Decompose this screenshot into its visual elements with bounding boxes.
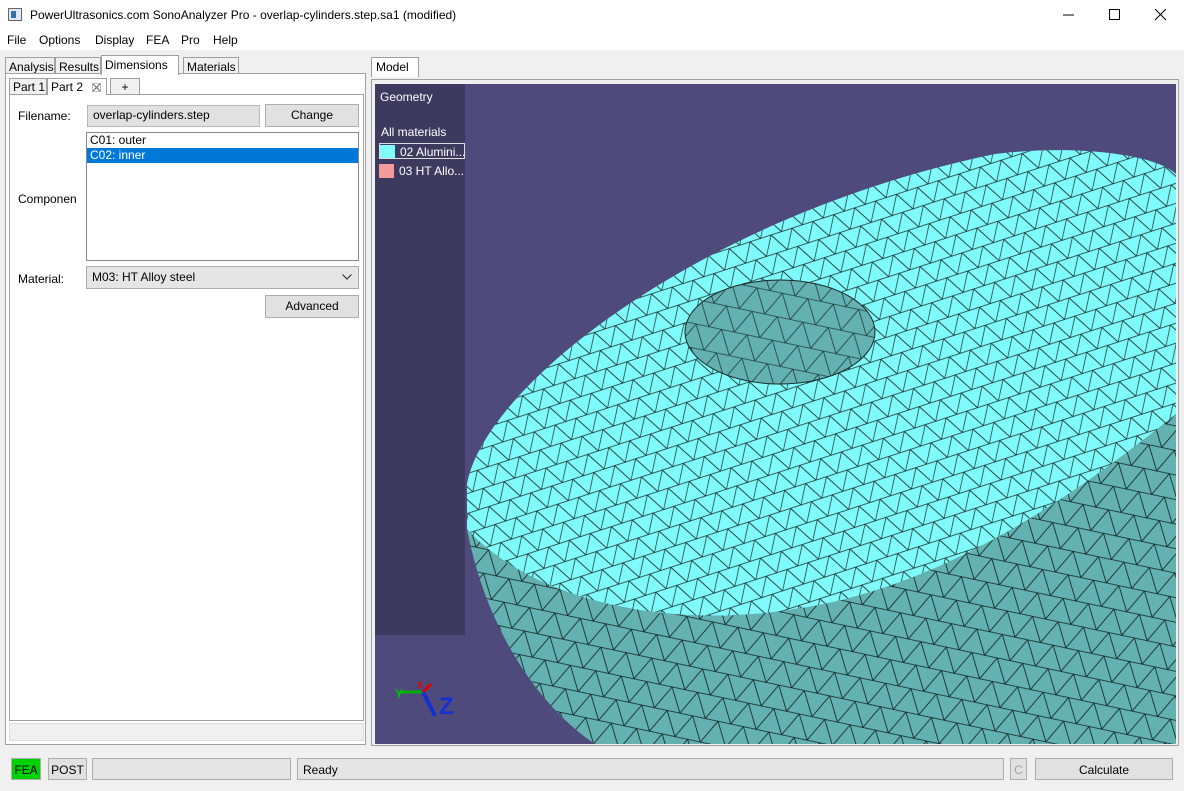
axis-y-label: Y [395,687,403,701]
right-panel: Model Geometry All materials 02 Alumini.… [371,56,1179,746]
legend-material-label: 03 HT Allo... [399,164,465,178]
menu-display[interactable]: Display [95,33,134,47]
axis-triad-icon: Y X Z [395,680,454,720]
mesh-model [467,150,1176,744]
legend-material-aluminium[interactable]: 02 Alumini... [379,143,465,159]
3d-viewport[interactable]: Geometry All materials 02 Alumini... 03 … [375,84,1176,744]
material-select-value: M03: HT Alloy steel [92,270,196,284]
dimensions-page: Part 1 Part 2 + Filename: overlap-cylind… [5,73,366,745]
material-select[interactable]: M03: HT Alloy steel [86,266,359,289]
close-button[interactable] [1138,0,1184,30]
chevron-down-icon [342,274,352,280]
menu-file[interactable]: File [7,33,26,47]
add-part-tab[interactable]: + [110,78,140,95]
material-label: Material: [18,272,65,286]
axis-x-label: X [417,680,423,690]
material-swatch [380,145,395,158]
progress-field [92,758,291,780]
app-icon [8,8,22,21]
post-mode-button[interactable]: POST [48,758,87,780]
minimize-button[interactable] [1046,0,1092,30]
fea-mode-button[interactable]: FEA [11,758,41,780]
minimize-icon [1063,14,1074,16]
tab-dimensions[interactable]: Dimensions [101,55,179,75]
window-title: PowerUltrasonics.com SonoAnalyzer Pro - … [30,8,457,22]
menu-options[interactable]: Options [39,33,80,47]
change-button[interactable]: Change [265,104,359,127]
horizontal-scrollbar[interactable] [9,723,364,741]
menu-bar: File Options Display FEA Pro Help [0,30,1184,50]
title-bar: PowerUltrasonics.com SonoAnalyzer Pro - … [0,0,1184,30]
components-label: Componen [18,192,77,206]
material-swatch [379,164,394,178]
tab-part-2-label: Part 2 [51,80,84,94]
filename-label: Filename: [18,109,71,123]
close-icon [1155,9,1167,21]
menu-fea[interactable]: FEA [146,33,169,47]
filename-field: overlap-cylinders.step [87,105,260,127]
maximize-icon [1109,9,1120,20]
all-materials-label[interactable]: All materials [381,125,446,139]
model-page: Geometry All materials 02 Alumini... 03 … [371,79,1179,746]
menu-pro[interactable]: Pro [181,33,200,47]
tab-part-1[interactable]: Part 1 [9,78,47,95]
axis-z-label: Z [439,693,454,720]
menu-help[interactable]: Help [213,33,238,47]
part-2-page: Filename: overlap-cylinders.step Change … [9,94,364,721]
legend-material-ht-alloy[interactable]: 03 HT Allo... [379,163,465,179]
legend-material-label: 02 Alumini... [400,145,465,159]
materials-legend: Geometry All materials 02 Alumini... 03 … [375,84,465,635]
advanced-button[interactable]: Advanced [265,295,359,318]
tab-model[interactable]: Model [371,57,419,77]
component-item-outer[interactable]: C01: outer [87,133,358,148]
calculate-button[interactable]: Calculate [1035,758,1173,780]
close-tab-icon[interactable] [92,83,101,92]
left-panel: Analysis Results Dimensions Materials Pa… [5,55,367,746]
tab-part-2[interactable]: Part 2 [47,78,107,95]
maximize-button[interactable] [1092,0,1138,30]
component-item-inner[interactable]: C02: inner [87,148,358,163]
geometry-label: Geometry [380,90,433,104]
c-button[interactable]: C [1010,758,1027,780]
status-text: Ready [297,758,1004,780]
components-list[interactable]: C01: outer C02: inner [86,132,359,261]
